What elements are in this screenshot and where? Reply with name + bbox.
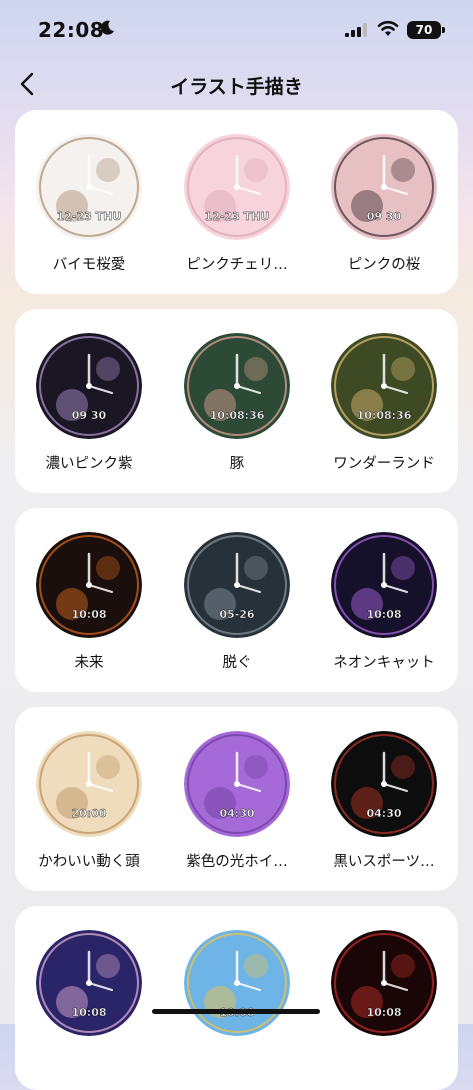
- watchface-name: 紫色の光ホイ…: [186, 854, 288, 870]
- svg-text:20:00: 20:00: [71, 807, 106, 820]
- signal-icon: [345, 23, 367, 37]
- status-time: 22:08: [38, 18, 105, 42]
- watchface-name: かわいい動く頭: [38, 854, 140, 870]
- svg-text:12-23 THU: 12-23 THU: [57, 210, 122, 223]
- svg-text:10:08: 10:08: [71, 1006, 106, 1019]
- watchface-name: 黒いスポーツ…: [333, 854, 435, 870]
- watchface-name: 豚: [229, 456, 245, 472]
- watchface-thumbnail[interactable]: 12-23 THU: [36, 134, 142, 240]
- watchface-name: バイモ桜愛: [52, 257, 126, 273]
- watchface-item[interactable]: 09 30 濃いピンク紫: [15, 309, 163, 493]
- watchface-thumbnail[interactable]: 04:30: [331, 731, 437, 837]
- watchface-card: 10:08 10:08 10:08: [15, 906, 458, 1090]
- watchface-card: 12-23 THU バイモ桜愛 12-23 THU ピンクチェリ… 09 30 ピンクの桜: [15, 110, 458, 294]
- nav-bar: イラスト手描き: [0, 62, 473, 106]
- watchface-item[interactable]: 04:30 黒いスポーツ…: [310, 707, 458, 891]
- svg-text:10:08:36: 10:08:36: [210, 409, 265, 422]
- svg-text:09 30: 09 30: [72, 409, 107, 422]
- svg-text:10:08: 10:08: [71, 608, 106, 621]
- watchface-item[interactable]: 10:08 未来: [15, 508, 163, 692]
- svg-text:04:30: 04:30: [219, 807, 254, 820]
- watchface-thumbnail[interactable]: 10:08: [36, 532, 142, 638]
- battery-icon: 70: [407, 21, 441, 39]
- watchface-thumbnail[interactable]: 04:30: [184, 731, 290, 837]
- svg-text:09 30: 09 30: [367, 210, 402, 223]
- home-indicator: [152, 1009, 320, 1014]
- wifi-icon: [377, 20, 399, 36]
- watchface-thumbnail[interactable]: 05-26: [184, 532, 290, 638]
- watchface-item[interactable]: 09 30 ピンクの桜: [310, 110, 458, 294]
- watchface-item[interactable]: 05-26 脱ぐ: [163, 508, 311, 692]
- watchface-thumbnail[interactable]: 10:08:36: [331, 333, 437, 439]
- watchface-item[interactable]: 10:08 ネオンキャット: [310, 508, 458, 692]
- watchface-item[interactable]: 12-23 THU バイモ桜愛: [15, 110, 163, 294]
- watchface-name: 脱ぐ: [222, 655, 252, 671]
- watchface-item[interactable]: 10:08: [15, 906, 163, 1090]
- svg-text:10:08: 10:08: [366, 608, 401, 621]
- watchface-item[interactable]: 20:00 かわいい動く頭: [15, 707, 163, 891]
- watchface-thumbnail[interactable]: 10:08:36: [184, 333, 290, 439]
- watchface-name: 未来: [74, 655, 104, 671]
- watchface-name: ワンダーランド: [333, 456, 435, 472]
- svg-text:04:30: 04:30: [366, 807, 401, 820]
- watchface-item[interactable]: 10:08:36 豚: [163, 309, 311, 493]
- watchface-thumbnail[interactable]: 10:08: [184, 930, 290, 1036]
- watchface-item[interactable]: 12-23 THU ピンクチェリ…: [163, 110, 311, 294]
- watchface-name: ピンクチェリ…: [186, 257, 288, 273]
- watchface-name: ネオンキャット: [333, 655, 435, 671]
- svg-text:12-23 THU: 12-23 THU: [205, 210, 270, 223]
- watchface-item[interactable]: 10:08: [163, 906, 311, 1090]
- watchface-thumbnail[interactable]: 10:08: [331, 532, 437, 638]
- watchface-card: 10:08 未来 05-26 脱ぐ 10:08 ネオンキャット: [15, 508, 458, 692]
- watchface-thumbnail[interactable]: 10:08: [331, 930, 437, 1036]
- page-title: イラスト手描き: [170, 76, 303, 98]
- watchface-name: 濃いピンク紫: [45, 456, 133, 472]
- watchface-thumbnail[interactable]: 12-23 THU: [184, 134, 290, 240]
- svg-text:10:08: 10:08: [366, 1006, 401, 1019]
- watchface-thumbnail[interactable]: 20:00: [36, 731, 142, 837]
- watchface-thumbnail[interactable]: 09 30: [331, 134, 437, 240]
- watchface-thumbnail[interactable]: 09 30: [36, 333, 142, 439]
- watchface-card: 09 30 濃いピンク紫 10:08:36 豚 10:08:36 ワンダーランド: [15, 309, 458, 493]
- watchface-item[interactable]: 04:30 紫色の光ホイ…: [163, 707, 311, 891]
- battery-tip: [442, 27, 445, 33]
- status-bar: 22:08 70: [0, 0, 473, 62]
- moon-icon: [100, 20, 114, 35]
- watchface-item[interactable]: 10:08:36 ワンダーランド: [310, 309, 458, 493]
- svg-text:05-26: 05-26: [219, 608, 255, 621]
- watchface-card: 20:00 かわいい動く頭 04:30 紫色の光ホイ… 04:30 黒いスポーツ…: [15, 707, 458, 891]
- watchface-thumbnail[interactable]: 10:08: [36, 930, 142, 1036]
- svg-text:10:08:36: 10:08:36: [357, 409, 412, 422]
- watchface-name: ピンクの桜: [347, 257, 421, 273]
- watchface-item[interactable]: 10:08: [310, 906, 458, 1090]
